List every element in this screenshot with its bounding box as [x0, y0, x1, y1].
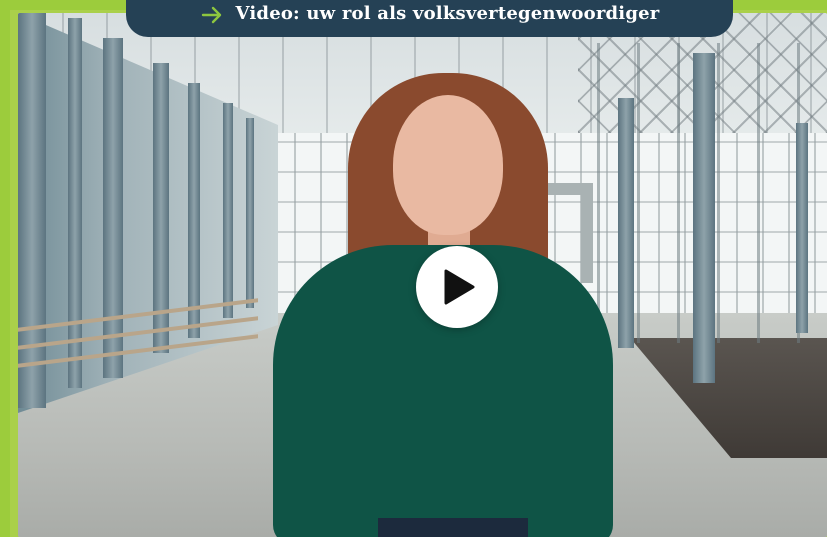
arrow-right-icon — [200, 3, 224, 27]
video-thumbnail-pillar — [223, 103, 233, 318]
video-thumbnail-pillar — [796, 123, 808, 333]
video-thumbnail-pipe-vertical — [581, 183, 593, 283]
video-title: Video: uw rol als volksvertegenwoordiger — [235, 3, 660, 24]
video-title-link[interactable]: Video: uw rol als volksvertegenwoordiger — [126, 0, 733, 37]
video-thumbnail-pillar — [188, 83, 200, 338]
video-thumbnail-pillar — [618, 98, 634, 348]
video-thumbnail-pillar — [103, 38, 123, 378]
video-thumbnail-pillar — [693, 53, 715, 383]
presenter-jeans — [378, 518, 528, 537]
play-icon — [444, 269, 475, 305]
video-thumbnail-pillar — [246, 118, 254, 308]
presenter-face — [393, 95, 503, 235]
video-player[interactable] — [18, 13, 827, 537]
play-button[interactable] — [416, 246, 498, 328]
video-thumbnail-pillar — [68, 18, 82, 388]
